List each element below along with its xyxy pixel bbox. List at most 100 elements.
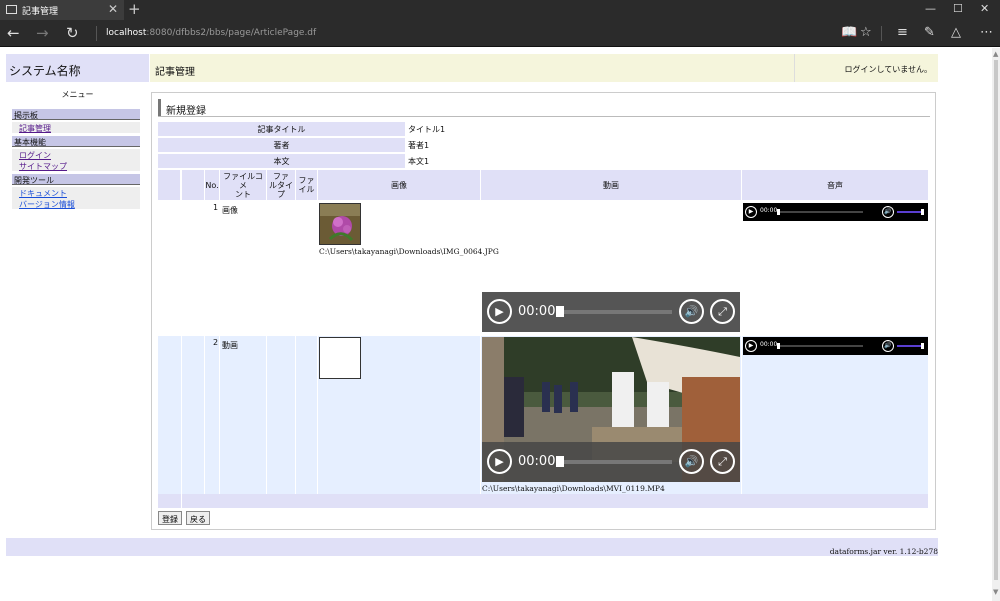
- field-label-title: 記事タイトル: [158, 122, 405, 136]
- footer-bar: [6, 538, 938, 556]
- play-icon[interactable]: ▶: [745, 340, 757, 352]
- url-path: :8080/dfbbs2/bbs/page/ArticlePage.df: [146, 28, 317, 38]
- section-header: 新規登録: [158, 99, 930, 117]
- menu-link-version[interactable]: バージョン情報: [19, 200, 75, 209]
- image-thumbnail[interactable]: [319, 203, 361, 245]
- title-bar: 記事管理 ✕ + — ☐ ✕: [0, 0, 1000, 20]
- video-time: 00:00: [518, 454, 556, 469]
- col-header-file-comment-line1: ファイルコメ: [223, 171, 263, 190]
- menu-link-sitemap[interactable]: サイトマップ: [19, 162, 67, 171]
- menu-item-version[interactable]: バージョン情報: [12, 198, 140, 209]
- minimize-icon[interactable]: —: [925, 2, 936, 15]
- close-tab-icon[interactable]: ✕: [108, 2, 118, 16]
- video-time: 00:00: [518, 304, 556, 319]
- address-bar: ← → ↻ localhost:8080/dfbbs2/bbs/page/Art…: [0, 20, 1000, 47]
- fullscreen-icon[interactable]: ⤢: [710, 449, 735, 474]
- more-icon[interactable]: ⋯: [980, 25, 993, 40]
- col-header-blank-1: [158, 170, 180, 200]
- menu-item-sitemap[interactable]: サイトマップ: [12, 160, 140, 171]
- audio-volume-knob[interactable]: [921, 343, 924, 349]
- cell-divider: [317, 336, 318, 494]
- cell-divider: [219, 336, 220, 494]
- col-header-file-type-line1: ファ: [273, 171, 289, 181]
- refresh-icon[interactable]: ↻: [66, 24, 79, 42]
- maximize-icon[interactable]: ☐: [953, 2, 963, 15]
- menu-item-article-management[interactable]: 記事管理: [12, 122, 140, 133]
- col-header-no: No.: [205, 170, 219, 200]
- cell-divider: [181, 336, 182, 494]
- share-icon[interactable]: △: [951, 25, 961, 40]
- video-seek-knob[interactable]: [556, 306, 564, 317]
- field-label-body: 本文: [158, 154, 405, 168]
- hub-icon[interactable]: ≡: [897, 25, 908, 40]
- audio-seekbar[interactable]: [778, 211, 863, 213]
- menu-item-login[interactable]: ログイン: [12, 149, 140, 160]
- scroll-down-icon[interactable]: ▼: [993, 588, 998, 596]
- scroll-up-icon[interactable]: ▲: [993, 50, 998, 58]
- audio-seek-knob[interactable]: [777, 343, 780, 349]
- play-icon[interactable]: ▶: [487, 299, 512, 324]
- col-header-file-line1: ファ: [298, 176, 315, 185]
- audio-player[interactable]: ▶ 00:00 🔊: [743, 337, 928, 355]
- volume-icon[interactable]: 🔊: [679, 299, 704, 324]
- col-header-video: 動画: [481, 170, 741, 200]
- video-path: C:\Users\takayanagi\Downloads\MVI_0119.M…: [482, 484, 665, 493]
- menu-link-article-management[interactable]: 記事管理: [19, 124, 51, 133]
- col-header-file-comment: ファイルコメ ント: [220, 170, 266, 200]
- video-seekbar[interactable]: [560, 310, 672, 314]
- browser-tab[interactable]: 記事管理 ✕: [0, 0, 124, 20]
- favorite-star-icon[interactable]: ☆: [860, 25, 872, 40]
- audio-time: 00:00: [760, 207, 778, 214]
- volume-icon[interactable]: 🔊: [679, 449, 704, 474]
- image-path: C:\Users\takayanagi\Downloads\IMG_0064.J…: [319, 247, 499, 256]
- row-comment: 動画: [222, 341, 238, 350]
- cell-divider: [266, 336, 267, 494]
- close-window-icon[interactable]: ✕: [980, 2, 989, 15]
- play-icon[interactable]: ▶: [745, 206, 757, 218]
- audio-volume-slider[interactable]: [897, 345, 922, 347]
- col-header-blank-2: [182, 170, 204, 200]
- url-field[interactable]: localhost:8080/dfbbs2/bbs/page/ArticlePa…: [106, 28, 316, 38]
- menu-group-basic: 基本機能: [12, 136, 140, 147]
- menu-link-document[interactable]: ドキュメント: [19, 189, 67, 198]
- image-placeholder[interactable]: [319, 337, 361, 379]
- row-no: 2: [213, 338, 219, 347]
- col-header-file-comment-line2: ント: [235, 189, 251, 199]
- audio-seek-knob[interactable]: [777, 209, 780, 215]
- scroll-thumb[interactable]: [994, 60, 998, 580]
- col-header-file-type-line2: ルタイ: [269, 180, 293, 190]
- url-host: localhost: [106, 28, 147, 38]
- address-divider: [96, 26, 97, 41]
- tab-title: 記事管理: [22, 7, 59, 17]
- fullscreen-icon[interactable]: ⤢: [710, 299, 735, 324]
- cell-divider: [181, 494, 182, 508]
- back-icon[interactable]: ←: [7, 24, 20, 42]
- back-button[interactable]: 戻る: [186, 511, 210, 525]
- forward-icon[interactable]: →: [36, 24, 49, 42]
- web-note-icon[interactable]: ✎: [924, 25, 935, 40]
- col-header-file-type: ファ ルタイプ: [267, 170, 295, 200]
- video-seekbar[interactable]: [560, 460, 672, 464]
- reading-view-icon[interactable]: 📖: [841, 25, 857, 40]
- video-player[interactable]: ▶ 00:00 🔊 ⤢: [482, 337, 740, 482]
- volume-icon[interactable]: 🔊: [882, 340, 894, 352]
- video-controls[interactable]: ▶ 00:00 🔊 ⤢: [482, 442, 740, 482]
- new-tab-icon[interactable]: +: [128, 0, 141, 18]
- video-seek-knob[interactable]: [556, 456, 564, 467]
- audio-time: 00:00: [760, 341, 778, 348]
- audio-volume-knob[interactable]: [921, 209, 924, 215]
- cell-divider: [741, 336, 742, 494]
- menu-item-document[interactable]: ドキュメント: [12, 187, 140, 198]
- audio-seekbar[interactable]: [778, 345, 863, 347]
- volume-icon[interactable]: 🔊: [882, 206, 894, 218]
- field-value-body: 本文1: [408, 157, 430, 166]
- col-header-image: 画像: [318, 170, 480, 200]
- audio-volume-slider[interactable]: [897, 211, 922, 213]
- register-button[interactable]: 登録: [158, 511, 182, 525]
- toolbar-divider: [881, 26, 882, 41]
- row-no: 1: [213, 203, 219, 212]
- menu-link-login[interactable]: ログイン: [19, 151, 51, 160]
- audio-player[interactable]: ▶ 00:00 🔊: [743, 203, 928, 221]
- play-icon[interactable]: ▶: [487, 449, 512, 474]
- video-controls[interactable]: ▶ 00:00 🔊 ⤢: [482, 292, 740, 332]
